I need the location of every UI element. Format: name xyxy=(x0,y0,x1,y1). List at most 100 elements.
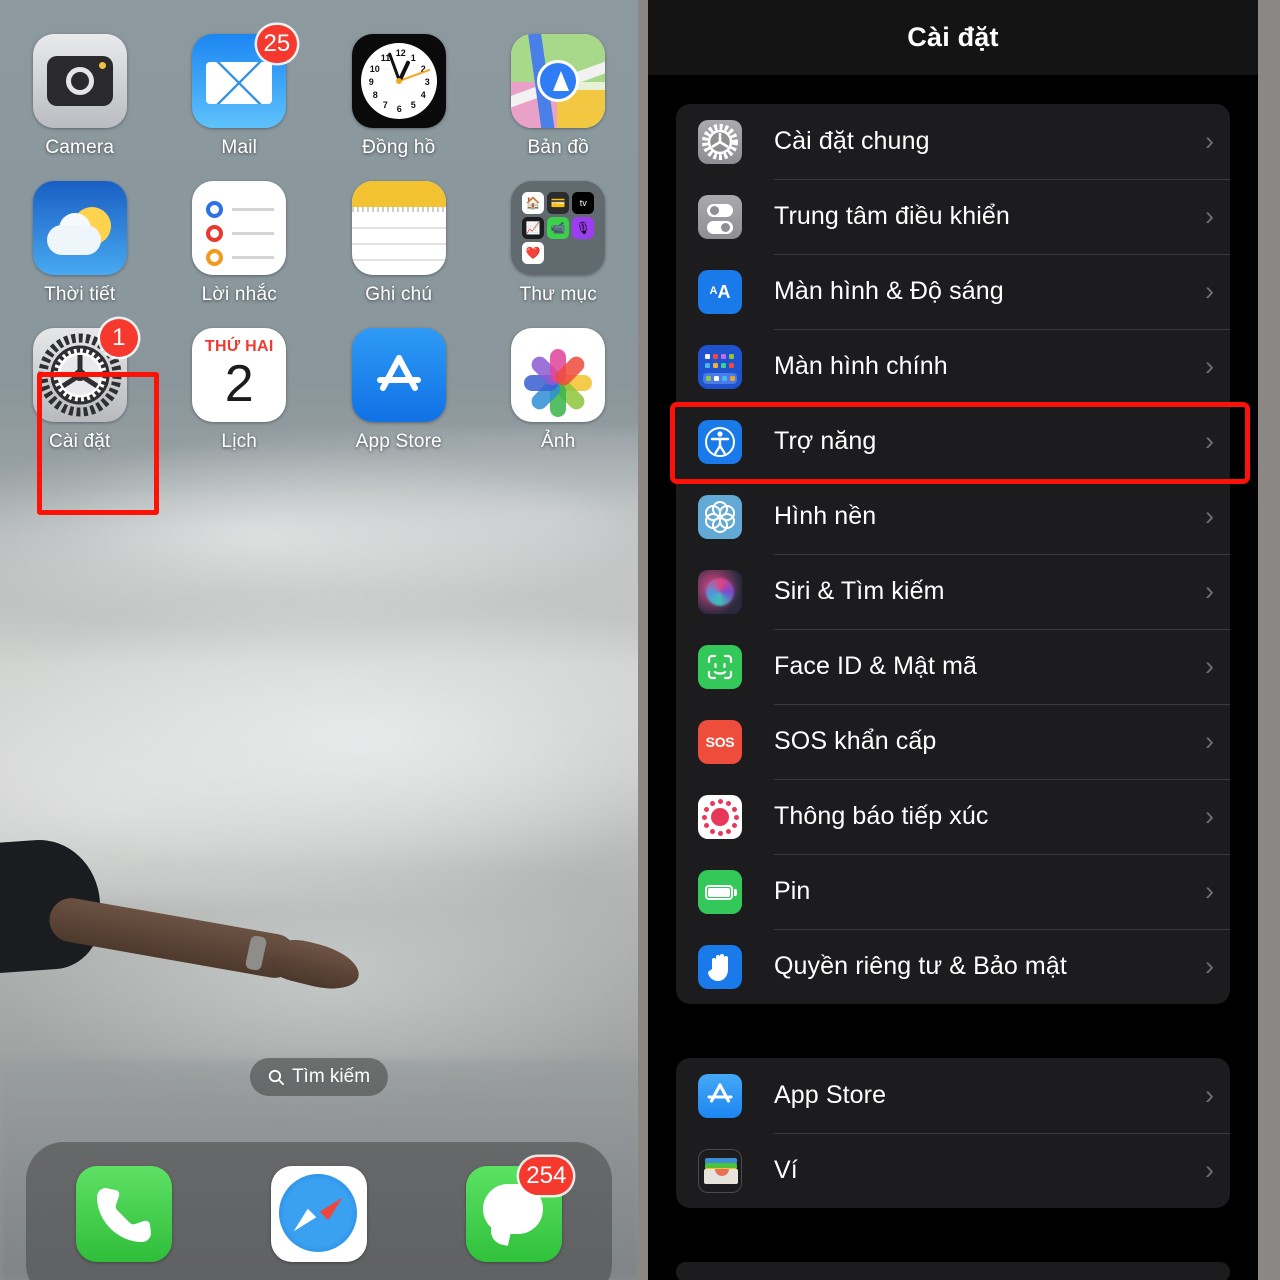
search-icon xyxy=(268,1069,285,1085)
settings-row-label: Hình nền xyxy=(774,502,877,530)
app-settings[interactable]: 1 Cài đặt xyxy=(0,319,160,453)
settings-row-label: Quyền riêng tư & Bảo mật xyxy=(774,952,1067,980)
folder-icon: 🏠 💳 tv 📈 📹 🎙 ❤️ xyxy=(511,181,606,275)
home-screen-icon xyxy=(698,344,742,389)
person-arm xyxy=(0,835,364,1070)
settings-group-3-partial xyxy=(676,1262,1230,1280)
notification-badge: 254 xyxy=(519,1157,574,1195)
weather-icon xyxy=(32,181,127,275)
chevron-right-icon: › xyxy=(1205,276,1214,306)
settings-row-exposure-notification[interactable]: Thông báo tiếp xúc › xyxy=(676,779,1230,854)
settings-row-sos[interactable]: SOS SOS khẩn cấp › xyxy=(676,704,1230,779)
page-title: Cài đặt xyxy=(907,22,999,52)
reminders-icon xyxy=(192,181,287,275)
iphone-home-screen: Camera 25 Mail 12 1 2 3 4 5 6 7 8 9 10 1… xyxy=(0,0,638,1280)
app-label: Bản đồ xyxy=(527,137,589,158)
settings-row-label: Màn hình chính xyxy=(774,352,948,380)
chevron-right-icon: › xyxy=(1205,801,1214,831)
app-label: Ảnh xyxy=(541,431,576,452)
settings-row-home-screen[interactable]: Màn hình chính › xyxy=(676,329,1230,404)
app-folder[interactable]: 🏠 💳 tv 📈 📹 🎙 ❤️ Thư mục xyxy=(479,181,639,306)
settings-row-control-center[interactable]: Trung tâm điều khiển › xyxy=(676,179,1230,254)
app-label: Ghi chú xyxy=(365,284,433,305)
privacy-hand-icon xyxy=(698,944,742,989)
app-label: Mail xyxy=(221,137,258,158)
exposure-notification-icon xyxy=(698,794,742,839)
chevron-right-icon: › xyxy=(1205,426,1214,456)
settings-row-label: Pin xyxy=(774,877,811,905)
settings-row-accessibility[interactable]: Trợ năng › xyxy=(676,404,1230,479)
settings-row-siri-search[interactable]: Siri & Tìm kiếm › xyxy=(676,554,1230,629)
app-clock[interactable]: 12 1 2 3 4 5 6 7 8 9 10 11 Đồng hồ xyxy=(319,34,479,159)
chevron-right-icon: › xyxy=(1205,1080,1214,1110)
calendar-day: 2 xyxy=(224,355,254,413)
dock: 254 xyxy=(26,1142,612,1280)
app-maps[interactable]: Bản đồ xyxy=(479,34,639,159)
settings-row-label: App Store xyxy=(774,1081,887,1109)
screenshot-stage: Camera 25 Mail 12 1 2 3 4 5 6 7 8 9 10 1… xyxy=(0,0,1280,1280)
settings-row-label: Trung tâm điều khiển xyxy=(774,202,1010,230)
notification-badge: 1 xyxy=(99,319,138,357)
camera-icon xyxy=(32,34,127,128)
settings-row-label: Màn hình & Độ sáng xyxy=(774,277,1004,305)
clock-icon: 12 1 2 3 4 5 6 7 8 9 10 11 xyxy=(351,34,446,128)
app-reminders[interactable]: Lời nhắc xyxy=(160,181,320,306)
notification-badge: 25 xyxy=(256,25,298,63)
app-label: Lịch xyxy=(221,431,258,452)
settings-row-wallet[interactable]: Ví › xyxy=(676,1133,1230,1208)
settings-row-battery[interactable]: Pin › xyxy=(676,854,1230,929)
dock-app-phone[interactable] xyxy=(75,1166,172,1262)
settings-row-label: Ví xyxy=(774,1156,798,1184)
wallet-icon xyxy=(698,1148,742,1193)
settings-row-wallpaper[interactable]: Hình nền › xyxy=(676,479,1230,554)
phone-icon xyxy=(75,1166,172,1262)
app-label: Thời tiết xyxy=(44,284,116,305)
dock-app-safari[interactable] xyxy=(270,1166,367,1262)
settings-group-2: App Store › Ví › xyxy=(676,1058,1230,1208)
chevron-right-icon: › xyxy=(1205,201,1214,231)
chevron-right-icon: › xyxy=(1205,951,1214,981)
settings-nav-bar: Cài đặt xyxy=(648,0,1258,76)
app-notes[interactable]: Ghi chú xyxy=(319,181,479,306)
chevron-right-icon: › xyxy=(1205,501,1214,531)
app-label: Thư mục xyxy=(519,284,597,305)
app-weather[interactable]: Thời tiết xyxy=(0,181,160,306)
settings-row-general[interactable]: Cài đặt chung › xyxy=(676,104,1230,179)
search-button[interactable]: Tìm kiếm xyxy=(249,1058,389,1096)
chevron-right-icon: › xyxy=(1205,876,1214,906)
control-center-icon xyxy=(698,194,742,239)
app-icon-grid: Camera 25 Mail 12 1 2 3 4 5 6 7 8 9 10 1… xyxy=(0,25,639,453)
app-calendar[interactable]: THỨ HAI 2 Lịch xyxy=(160,328,320,453)
settings-row-label: Cài đặt chung xyxy=(774,127,930,155)
settings-row-label: Siri & Tìm kiếm xyxy=(774,577,945,605)
settings-row-app-store[interactable]: App Store › xyxy=(676,1058,1230,1133)
app-label: Cài đặt xyxy=(48,431,111,452)
app-label: Lời nhắc xyxy=(201,284,277,305)
gear-icon xyxy=(698,119,742,164)
settings-row-label: Trợ năng xyxy=(774,427,877,455)
photos-icon xyxy=(511,328,606,422)
app-photos[interactable]: Ảnh xyxy=(479,328,639,453)
app-label: Đồng hồ xyxy=(362,137,436,158)
settings-row-display-brightness[interactable]: AA Màn hình & Độ sáng › xyxy=(676,254,1230,329)
settings-row-label: SOS khẩn cấp xyxy=(774,727,937,755)
chevron-right-icon: › xyxy=(1205,1155,1214,1185)
battery-icon xyxy=(698,869,742,914)
settings-row-face-id[interactable]: Face ID & Mật mã › xyxy=(676,629,1230,704)
app-label: App Store xyxy=(355,431,442,452)
app-label: Camera xyxy=(45,137,115,158)
siri-icon xyxy=(698,569,742,614)
dock-app-messages[interactable]: 254 xyxy=(466,1157,574,1262)
app-mail[interactable]: 25 Mail xyxy=(160,25,320,159)
app-camera[interactable]: Camera xyxy=(0,34,160,159)
accessibility-icon xyxy=(698,419,742,464)
safari-icon xyxy=(270,1166,367,1262)
chevron-right-icon: › xyxy=(1205,726,1214,756)
app-store-icon xyxy=(698,1073,742,1118)
face-id-icon xyxy=(698,644,742,689)
display-brightness-icon: AA xyxy=(698,269,742,314)
settings-row-privacy[interactable]: Quyền riêng tư & Bảo mật › xyxy=(676,929,1230,1004)
app-appstore[interactable]: App Store xyxy=(319,328,479,453)
settings-app-screen: Cài đặt Cài đặt chung › Trung tâm điều k… xyxy=(648,0,1258,1280)
settings-row-label: Thông báo tiếp xúc xyxy=(774,802,989,830)
